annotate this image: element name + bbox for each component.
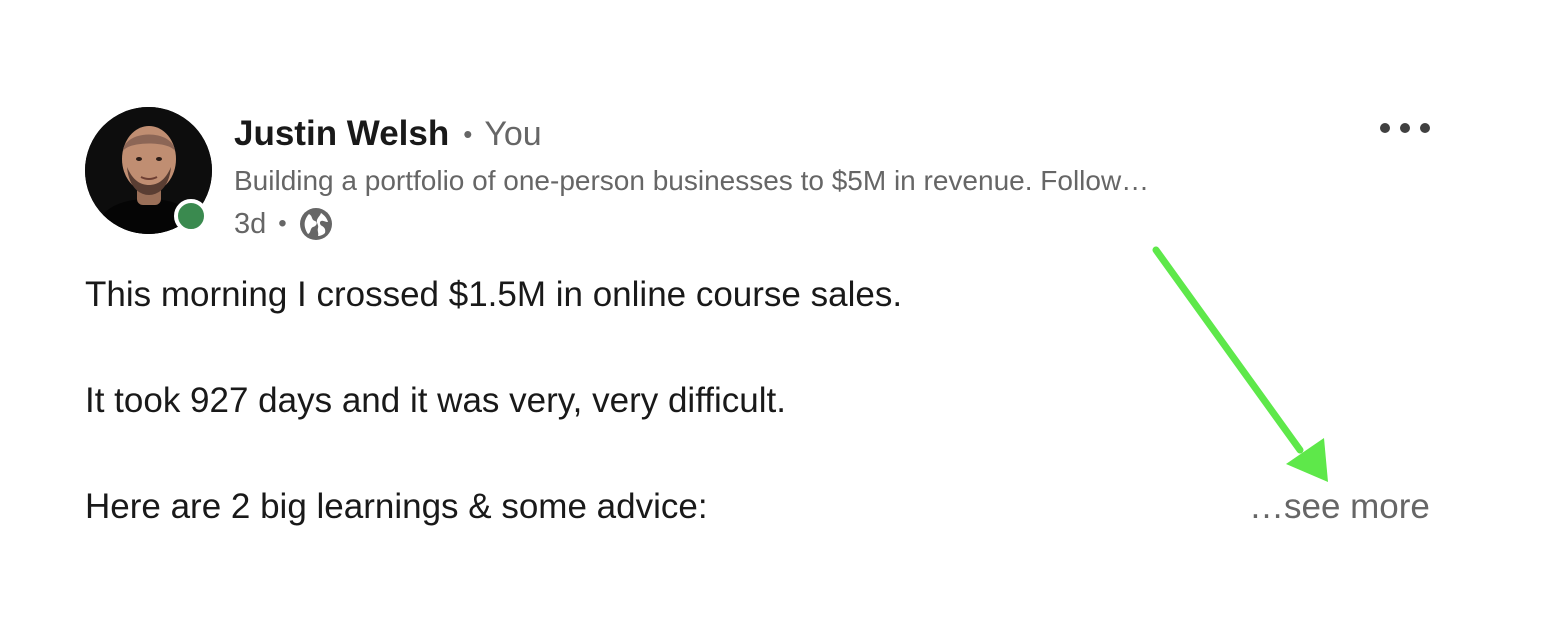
- more-options-icon: [1380, 123, 1430, 133]
- meta-separator: •: [278, 210, 287, 237]
- author-relation-label: You: [484, 114, 542, 153]
- post-meta: 3d •: [234, 203, 335, 245]
- annotation-arrow-icon: [1152, 246, 1328, 482]
- post-body-line: This morning I crossed $1.5M in online c…: [85, 275, 903, 314]
- see-more-link[interactable]: …see more: [1249, 487, 1430, 527]
- more-options-button[interactable]: [1372, 110, 1438, 146]
- author-headline: Building a portfolio of one-person busin…: [234, 165, 1150, 196]
- post-timestamp: 3d: [234, 207, 267, 240]
- online-status-dot: [174, 199, 208, 233]
- feed-post: Justin Welsh • You Building a portfolio …: [0, 0, 1546, 618]
- author-row: Justin Welsh • You: [234, 112, 542, 156]
- name-separator: •: [463, 118, 473, 149]
- author-name[interactable]: Justin Welsh: [234, 114, 449, 154]
- post-body-line: Here are 2 big learnings & some advice:: [85, 487, 708, 526]
- globe-icon: [297, 205, 335, 243]
- post-body-line: It took 927 days and it was very, very d…: [85, 381, 786, 420]
